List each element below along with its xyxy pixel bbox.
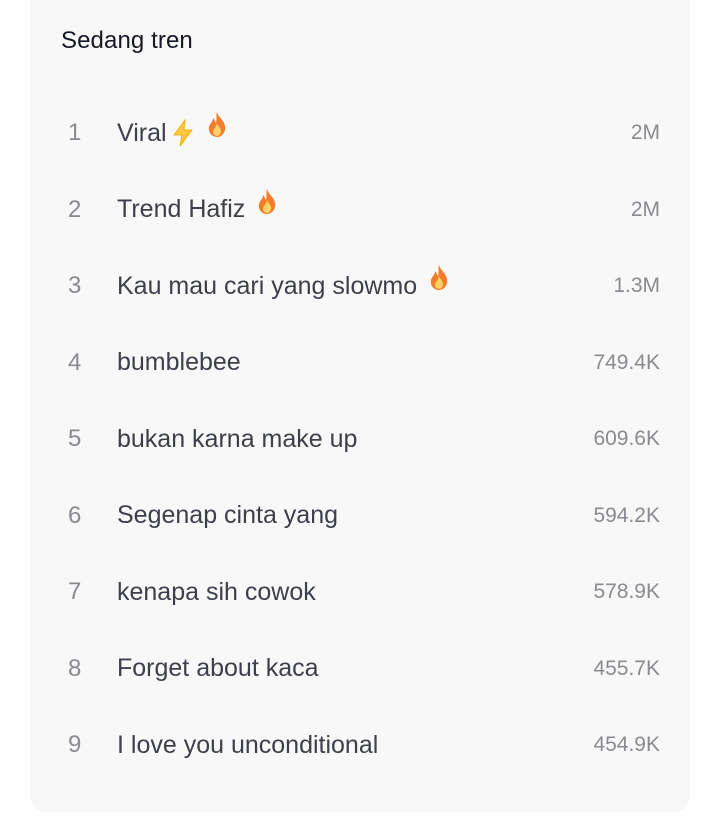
trending-item[interactable]: 9 I love you unconditional 454.9K	[30, 707, 690, 784]
trending-rank: 5	[68, 425, 82, 452]
trending-label: Forget about kaca	[117, 654, 319, 683]
trending-rank: 3	[68, 272, 82, 299]
trending-label: bukan karna make up	[117, 424, 358, 453]
trending-rank: 2	[68, 195, 82, 223]
trending-item[interactable]: 6 Segenap cinta yang 594.2K	[30, 478, 690, 555]
trending-item[interactable]: 5 bukan karna make up 609.6K	[30, 401, 690, 478]
trending-item[interactable]: 1 Viral 2M	[30, 95, 690, 172]
trending-count: 454.9K	[593, 733, 660, 756]
trending-item[interactable]: 7 kenapa sih cowok 578.9K	[30, 554, 690, 631]
trending-label: I love you unconditional	[117, 730, 379, 759]
trending-rank: 9	[68, 731, 82, 758]
trending-item[interactable]: 8 Forget about kaca 455.7K	[30, 631, 690, 708]
trending-count: 1.3M	[613, 274, 660, 297]
trending-card: Sedang tren 1 Viral 2M 2 Trend Hafiz 2M …	[30, 0, 690, 812]
trending-rank: 1	[68, 119, 82, 146]
trending-label-wrap: Kau mau cari yang slowmo	[117, 248, 451, 325]
trending-label-wrap: kenapa sih cowok	[117, 554, 316, 631]
trending-label: Kau mau cari yang slowmo	[117, 271, 418, 300]
trending-rank: 6	[68, 501, 82, 529]
trending-label: Segenap cinta yang	[117, 501, 339, 530]
trending-label: Viral	[117, 118, 167, 147]
trending-rank: 7	[68, 578, 82, 605]
trending-label-wrap: Viral	[117, 95, 229, 172]
trending-item[interactable]: 3 Kau mau cari yang slowmo 1.3M	[30, 248, 690, 325]
trending-label-wrap: I love you unconditional	[117, 707, 378, 784]
fire-icon	[208, 112, 225, 138]
fire-icon	[259, 188, 276, 214]
fire-icon	[430, 265, 448, 291]
trending-label: kenapa sih cowok	[117, 577, 316, 606]
trending-list: 1 Viral 2M 2 Trend Hafiz 2M 3 Kau mau ca…	[30, 95, 690, 784]
trending-rank: 8	[68, 654, 82, 682]
trending-item[interactable]: 2 Trend Hafiz 2M	[30, 172, 690, 249]
trending-label: Trend Hafiz	[117, 195, 246, 224]
trending-item[interactable]: 4 bumblebee 749.4K	[30, 325, 690, 402]
trending-count: 594.2K	[593, 503, 660, 527]
trending-count: 455.7K	[593, 656, 660, 680]
trending-count: 2M	[630, 197, 660, 221]
trending-label-wrap: Forget about kaca	[117, 631, 319, 708]
trending-count: 2M	[630, 121, 660, 144]
trending-label: bumblebee	[117, 348, 241, 377]
trending-rank: 4	[68, 348, 82, 376]
trending-label-wrap: bukan karna make up	[117, 401, 357, 478]
lightning-icon	[172, 119, 193, 147]
trending-count: 609.6K	[593, 427, 660, 450]
trending-label-wrap: Segenap cinta yang	[117, 478, 338, 555]
trending-count: 749.4K	[593, 350, 660, 374]
trending-label-wrap: Trend Hafiz	[117, 172, 279, 249]
trending-label-wrap: bumblebee	[117, 325, 241, 402]
trending-count: 578.9K	[593, 580, 660, 603]
section-title: Sedang tren	[61, 27, 193, 54]
